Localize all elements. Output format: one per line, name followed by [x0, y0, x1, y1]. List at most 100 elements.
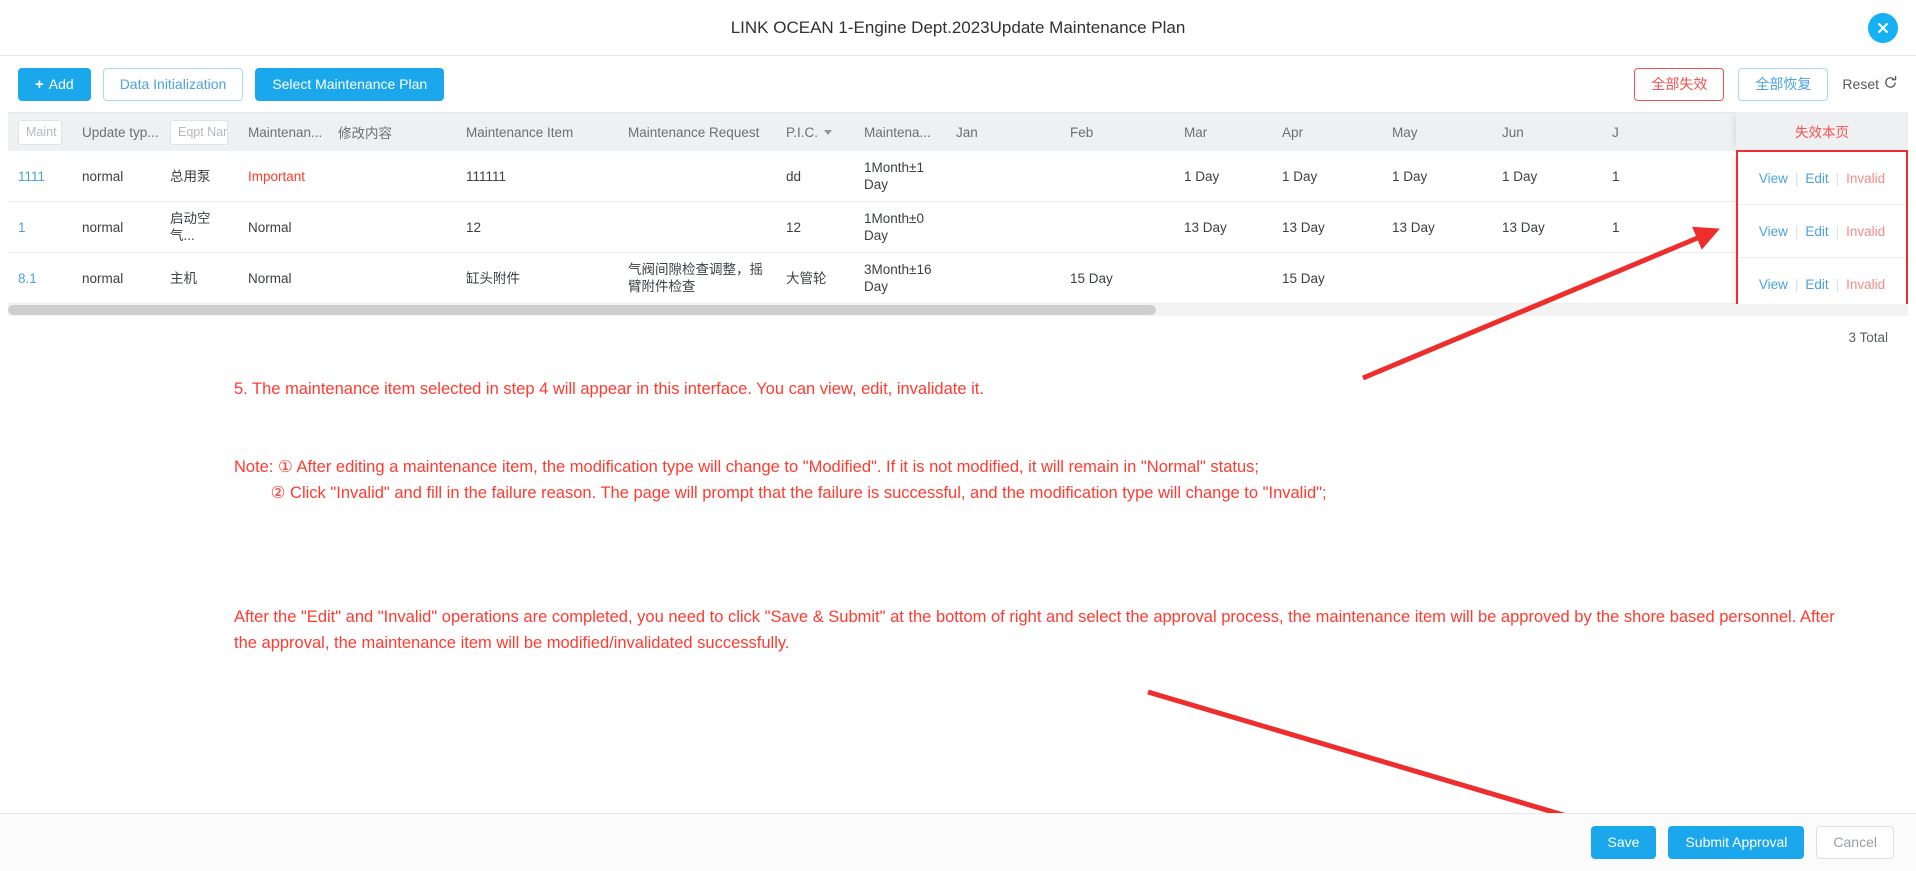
annotation-note: Note: ① After editing a maintenance item…	[234, 458, 1327, 502]
invalid-action-link[interactable]: Invalid	[1846, 224, 1885, 239]
cell-jul: 1	[1612, 168, 1620, 184]
cell-item: 111111	[466, 168, 507, 184]
column-header-interval: Maintena...	[854, 125, 946, 140]
cell-pic: 大管轮	[786, 270, 827, 286]
column-header-apr: Apr	[1272, 125, 1382, 140]
invalidate-page-header[interactable]: 失效本页	[1736, 112, 1908, 150]
toolbar: + Add Data Initialization Select Mainten…	[0, 56, 1916, 112]
invalid-action-link[interactable]: Invalid	[1846, 277, 1885, 292]
reset-label: Reset	[1842, 76, 1879, 92]
cell-mar: 1 Day	[1184, 168, 1220, 184]
column-header-eqpt_name[interactable]: Eqpt Nam	[160, 119, 238, 145]
filter-input-maint_no[interactable]: Maint	[18, 119, 62, 145]
column-header-jun: Jun	[1492, 125, 1602, 140]
cell-request	[618, 219, 776, 235]
column-header-label: Maintena...	[864, 124, 931, 140]
cell-jan	[946, 270, 1060, 286]
cell-apr: 13 Day	[1282, 219, 1325, 235]
action-separator: |	[1794, 276, 1799, 292]
cell-apr: 15 Day	[1282, 270, 1325, 286]
column-header-label: P.I.C.	[786, 124, 819, 140]
table-row: 1111 normal 总用泵 Important 111111 dd 1Month±1 D…	[8, 151, 1908, 202]
add-button[interactable]: + Add	[18, 67, 91, 101]
save-button[interactable]: Save	[1590, 826, 1657, 859]
cell-maintenance: Normal	[248, 219, 292, 235]
submit-approval-button[interactable]: Submit Approval	[1668, 826, 1805, 859]
cell-interval: 1Month±1 Day	[864, 160, 924, 192]
cell-modify	[328, 219, 456, 235]
view-action-link[interactable]: View	[1759, 171, 1788, 186]
cell-feb	[1060, 168, 1174, 184]
invalidate-all-button[interactable]: 全部失效	[1634, 67, 1725, 101]
column-header-label: Jan	[956, 124, 978, 140]
column-header-feb: Feb	[1060, 125, 1174, 140]
horizontal-scrollbar[interactable]	[8, 304, 1908, 316]
cell-eqpt_name: 主机	[170, 270, 197, 286]
chevron-down-icon[interactable]	[824, 129, 833, 135]
cell-may: 1 Day	[1392, 168, 1428, 184]
cell-item: 缸头附件	[466, 270, 520, 286]
column-header-label: Maintenance Request	[628, 124, 760, 140]
cancel-button[interactable]: Cancel	[1816, 826, 1894, 859]
reset-button[interactable]: Reset	[1842, 75, 1898, 93]
cell-update_type: normal	[82, 168, 124, 184]
cell-jun	[1492, 270, 1602, 286]
column-header-label: 修改内容	[338, 126, 392, 141]
column-header-label: Feb	[1070, 124, 1094, 140]
cell-interval: 3Month±16 Day	[864, 262, 932, 294]
cell-jul	[1602, 270, 1662, 286]
maintenance-table: Maint Update typ... Eqpt Nam Maintenan... 修改…	[8, 112, 1908, 312]
view-action-link[interactable]: View	[1759, 277, 1788, 292]
row-action-group: View | Edit | Invalid	[1738, 205, 1906, 258]
edit-action-link[interactable]: Edit	[1805, 277, 1828, 292]
column-header-maintenance: Maintenan...	[238, 125, 328, 140]
column-header-may: May	[1382, 125, 1492, 140]
cell-jan	[946, 168, 1060, 184]
column-header-request: Maintenance Request	[618, 125, 776, 140]
cell-maintenance: Normal	[248, 270, 292, 286]
column-header-pic[interactable]: P.I.C.	[776, 125, 854, 140]
cell-maint_no[interactable]: 8.1	[8, 262, 72, 295]
add-button-label: Add	[48, 75, 74, 92]
cell-mar: 13 Day	[1184, 219, 1227, 235]
table-body: 1111 normal 总用泵 Important 111111 dd 1Month±1 D…	[8, 151, 1908, 304]
annotation-step5: 5. The maintenance item selected in step…	[234, 380, 984, 398]
toolbar-right-group: 全部失效 全部恢复 Reset	[1634, 67, 1898, 101]
cell-maint_no[interactable]: 1	[8, 211, 72, 244]
cell-apr: 1 Day	[1282, 168, 1318, 184]
cell-item: 12	[466, 219, 482, 235]
cell-pic: 12	[786, 219, 802, 235]
edit-action-link[interactable]: Edit	[1805, 224, 1828, 239]
table-row: 8.1 normal 主机 Normal 缸头附件 气阀间隙检查调整，摇臂附件检查 大管轮 3…	[8, 253, 1908, 304]
column-header-label: J	[1612, 124, 1619, 140]
column-header-item: Maintenance Item	[456, 125, 618, 140]
cell-pic: dd	[786, 168, 802, 184]
view-action-link[interactable]: View	[1759, 224, 1788, 239]
column-header-jan: Jan	[946, 125, 1060, 140]
cell-modify	[328, 270, 456, 286]
filter-input-eqpt_name[interactable]: Eqpt Nam	[170, 119, 228, 145]
table-row: 1 normal 启动空气... Normal 12 12 1Month±0 Day 13 D…	[8, 202, 1908, 253]
row-action-group: View | Edit | Invalid	[1738, 258, 1906, 310]
column-header-maint_no[interactable]: Maint	[8, 119, 72, 145]
page-title: LINK OCEAN 1-Engine Dept.2023Update Main…	[730, 17, 1186, 37]
column-header-label: Maintenan...	[248, 124, 323, 140]
select-maintenance-plan-button[interactable]: Select Maintenance Plan	[255, 67, 445, 101]
action-separator: |	[1835, 276, 1840, 292]
window-titlebar: LINK OCEAN 1-Engine Dept.2023Update Main…	[0, 0, 1916, 56]
edit-action-link[interactable]: Edit	[1805, 171, 1828, 186]
record-total: 3 Total	[1848, 330, 1888, 345]
scrollbar-thumb[interactable]	[8, 305, 1156, 315]
data-initialization-button[interactable]: Data Initialization	[102, 67, 244, 101]
action-separator: |	[1835, 223, 1840, 239]
cell-maint_no[interactable]: 1111	[8, 160, 72, 193]
column-header-jul: J	[1602, 125, 1662, 140]
column-header-label: Apr	[1282, 124, 1304, 140]
cell-eqpt_name: 启动空气...	[170, 211, 211, 243]
refresh-icon	[1883, 75, 1898, 93]
restore-all-button[interactable]: 全部恢复	[1738, 67, 1829, 101]
column-header-label: Maintenance Item	[466, 124, 574, 140]
column-header-label: Jun	[1502, 124, 1524, 140]
close-icon[interactable]	[1868, 12, 1898, 43]
invalid-action-link[interactable]: Invalid	[1846, 171, 1885, 186]
